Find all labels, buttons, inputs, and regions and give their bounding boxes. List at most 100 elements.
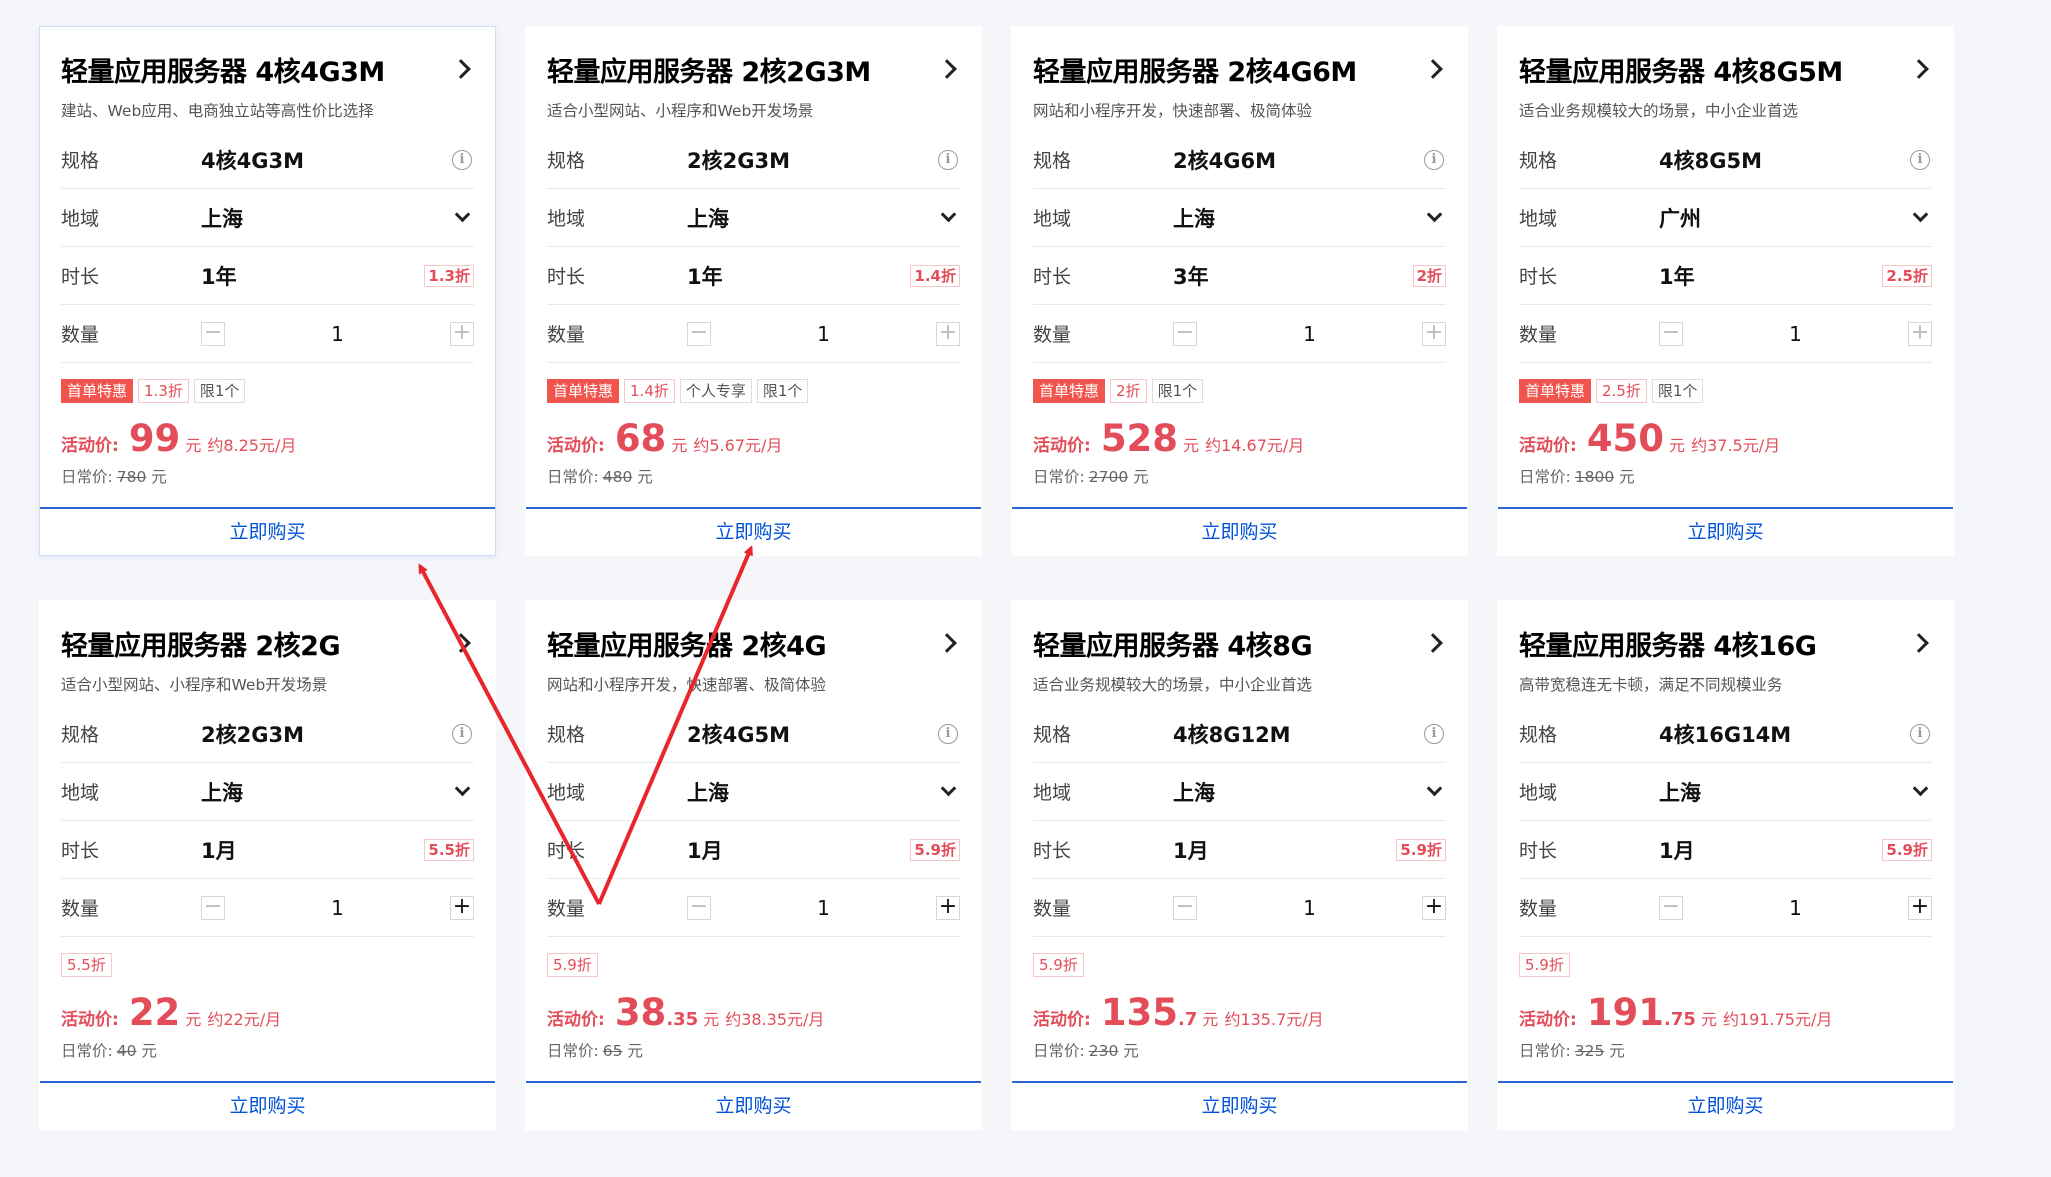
duration-row[interactable]: 时长 3年 2折	[1033, 247, 1446, 305]
buy-now-button[interactable]: 立即购买	[1498, 1081, 1953, 1129]
region-row[interactable]: 地域 上海	[1033, 763, 1446, 821]
duration-select[interactable]: 1年	[201, 261, 424, 291]
chevron-right-icon[interactable]	[1909, 633, 1929, 653]
duration-select[interactable]: 1月	[201, 835, 424, 865]
quantity-increment-button[interactable]: +	[1422, 321, 1446, 346]
buy-now-button[interactable]: 立即购买	[1012, 507, 1467, 555]
card-header[interactable]: 轻量应用服务器 2核4G6M	[1033, 49, 1446, 89]
quantity-decrement-button[interactable]: −	[1173, 321, 1197, 346]
card-header[interactable]: 轻量应用服务器 2核2G	[61, 623, 474, 663]
region-row[interactable]: 地域 上海	[1033, 189, 1446, 247]
chevron-down-icon[interactable]	[1426, 780, 1443, 797]
quantity-increment-button[interactable]: +	[1908, 895, 1932, 920]
chevron-right-icon[interactable]	[451, 633, 471, 653]
regular-price-value: 2700	[1088, 468, 1129, 486]
info-icon[interactable]: i	[452, 723, 472, 744]
duration-select[interactable]: 1月	[1659, 835, 1882, 865]
quantity-value[interactable]: 1	[711, 322, 936, 346]
duration-select[interactable]: 1年	[1659, 261, 1882, 291]
duration-select[interactable]: 1月	[687, 835, 910, 865]
quantity-decrement-button[interactable]: −	[1659, 321, 1683, 346]
info-icon[interactable]: i	[1424, 723, 1444, 744]
duration-row[interactable]: 时长 1月 5.9折	[547, 821, 960, 879]
quantity-increment-button[interactable]: +	[450, 895, 474, 920]
duration-row[interactable]: 时长 1月 5.5折	[61, 821, 474, 879]
quantity-decrement-button[interactable]: −	[1659, 895, 1683, 920]
buy-now-button[interactable]: 立即购买	[1498, 507, 1953, 555]
region-select[interactable]: 上海	[201, 203, 457, 233]
chevron-down-icon[interactable]	[1912, 780, 1929, 797]
chevron-right-icon[interactable]	[451, 59, 471, 79]
quantity-value[interactable]: 1	[1197, 896, 1422, 920]
chevron-right-icon[interactable]	[937, 59, 957, 79]
info-icon[interactable]: i	[452, 149, 472, 170]
info-icon[interactable]: i	[1910, 723, 1930, 744]
duration-row[interactable]: 时长 1年 1.3折	[61, 247, 474, 305]
region-row[interactable]: 地域 上海	[61, 763, 474, 821]
monthly-price: 约135.7元/月	[1224, 1010, 1324, 1029]
duration-select[interactable]: 1月	[1173, 835, 1396, 865]
quantity-decrement-button[interactable]: −	[201, 895, 225, 920]
quantity-value[interactable]: 1	[1683, 896, 1908, 920]
region-select[interactable]: 上海	[1173, 777, 1429, 807]
buy-now-button[interactable]: 立即购买	[526, 1081, 981, 1129]
info-icon[interactable]: i	[938, 149, 958, 170]
region-row[interactable]: 地域 广州	[1519, 189, 1932, 247]
duration-row[interactable]: 时长 1月 5.9折	[1033, 821, 1446, 879]
buy-now-button[interactable]: 立即购买	[1012, 1081, 1467, 1129]
buy-now-button[interactable]: 立即购买	[526, 507, 981, 555]
card-header[interactable]: 轻量应用服务器 4核16G	[1519, 623, 1932, 663]
quantity-increment-button[interactable]: +	[936, 321, 960, 346]
quantity-increment-button[interactable]: +	[450, 321, 474, 346]
duration-select[interactable]: 1年	[687, 261, 910, 291]
card-header[interactable]: 轻量应用服务器 2核4G	[547, 623, 960, 663]
quantity-decrement-button[interactable]: −	[201, 321, 225, 346]
region-select[interactable]: 上海	[1173, 203, 1429, 233]
quantity-increment-button[interactable]: +	[1422, 895, 1446, 920]
chevron-down-icon[interactable]	[454, 780, 471, 797]
duration-row[interactable]: 时长 1年 1.4折	[547, 247, 960, 305]
region-row[interactable]: 地域 上海	[547, 763, 960, 821]
buy-now-button[interactable]: 立即购买	[40, 1081, 495, 1129]
chevron-right-icon[interactable]	[1423, 633, 1443, 653]
info-icon[interactable]: i	[1910, 149, 1930, 170]
card-header[interactable]: 轻量应用服务器 4核8G5M	[1519, 49, 1932, 89]
duration-row[interactable]: 时长 1月 5.9折	[1519, 821, 1932, 879]
quantity-decrement-button[interactable]: −	[687, 895, 711, 920]
region-row[interactable]: 地域 上海	[547, 189, 960, 247]
quantity-row: 数量 − 1 +	[547, 879, 960, 937]
info-icon[interactable]: i	[938, 723, 958, 744]
quantity-increment-button[interactable]: +	[1908, 321, 1932, 346]
quantity-decrement-button[interactable]: −	[687, 321, 711, 346]
quantity-decrement-button[interactable]: −	[1173, 895, 1197, 920]
duration-select[interactable]: 3年	[1173, 261, 1413, 291]
quantity-value[interactable]: 1	[1197, 322, 1422, 346]
region-row[interactable]: 地域 上海	[61, 189, 474, 247]
chevron-down-icon[interactable]	[940, 780, 957, 797]
chevron-right-icon[interactable]	[1423, 59, 1443, 79]
region-select[interactable]: 上海	[687, 777, 943, 807]
region-select[interactable]: 上海	[1659, 777, 1915, 807]
region-row[interactable]: 地域 上海	[1519, 763, 1932, 821]
card-header[interactable]: 轻量应用服务器 4核8G	[1033, 623, 1446, 663]
duration-row[interactable]: 时长 1年 2.5折	[1519, 247, 1932, 305]
quantity-value[interactable]: 1	[711, 896, 936, 920]
chevron-down-icon[interactable]	[454, 206, 471, 223]
quantity-value[interactable]: 1	[225, 896, 450, 920]
chevron-right-icon[interactable]	[937, 633, 957, 653]
region-select[interactable]: 上海	[201, 777, 457, 807]
chevron-down-icon[interactable]	[940, 206, 957, 223]
card-header[interactable]: 轻量应用服务器 2核2G3M	[547, 49, 960, 89]
region-select[interactable]: 上海	[687, 203, 943, 233]
chevron-down-icon[interactable]	[1426, 206, 1443, 223]
quantity-value[interactable]: 1	[225, 322, 450, 346]
region-select[interactable]: 广州	[1659, 203, 1915, 233]
promo-tag: 5.9折	[1033, 953, 1084, 977]
chevron-right-icon[interactable]	[1909, 59, 1929, 79]
quantity-value[interactable]: 1	[1683, 322, 1908, 346]
chevron-down-icon[interactable]	[1912, 206, 1929, 223]
info-icon[interactable]: i	[1424, 149, 1444, 170]
buy-now-button[interactable]: 立即购买	[40, 507, 495, 555]
card-header[interactable]: 轻量应用服务器 4核4G3M	[61, 49, 474, 89]
quantity-increment-button[interactable]: +	[936, 895, 960, 920]
